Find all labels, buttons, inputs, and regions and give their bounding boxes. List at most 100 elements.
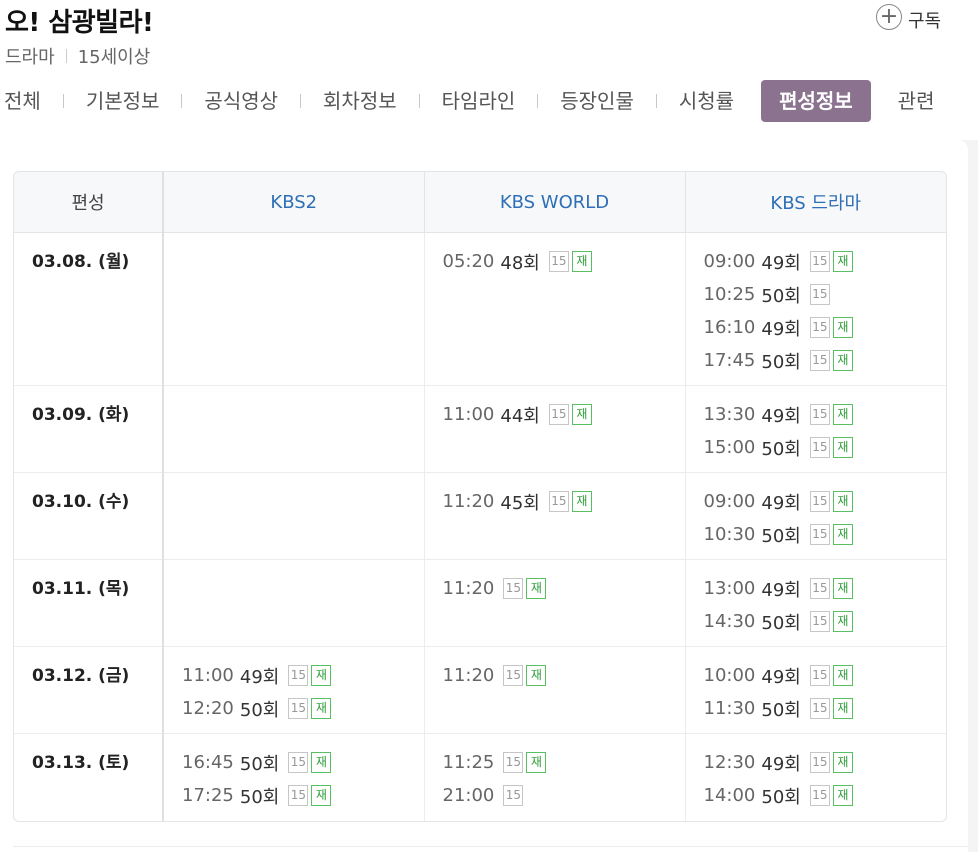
airing-slot: 05:20 48회 15 재 xyxy=(443,245,685,278)
schedule-row: 03.09. (화) 11:00 44회 15 재 13:30 49회 15 재 15:00 50회… xyxy=(14,385,947,473)
tab-divider xyxy=(300,94,302,108)
rerun-badge: 재 xyxy=(571,404,592,425)
schedule-panel: 편성 KBS2 KBS WORLD KBS 드라마 03.08. (월) 05:2… xyxy=(0,140,968,852)
rerun-badge: 재 xyxy=(832,491,853,512)
airing-slot: 10:30 50회 15 재 xyxy=(704,518,947,551)
schedule-cell: 11:00 49회 15 재 12:20 50회 15 재 xyxy=(162,646,424,734)
airing-slot: 11:20 45회 15 재 xyxy=(443,485,685,518)
air-time: 16:10 xyxy=(703,317,756,338)
header-channel-kbs-world: KBS WORLD xyxy=(423,172,685,233)
air-time: 11:00 xyxy=(182,665,234,686)
schedule-row: 03.13. (토) 16:45 50회 15 재 17:25 50회 15 재 11:25 15 재… xyxy=(14,733,946,821)
schedule-cell: 16:45 50회 15 재 17:25 50회 15 재 xyxy=(162,733,424,821)
tab-related[interactable]: 관련 xyxy=(894,80,939,122)
schedule-row: 03.12. (금) 11:00 49회 15 재 12:20 50회 15 재 11:20 15 재… xyxy=(14,646,947,734)
airing-slot: 11:00 44회 15 재 xyxy=(443,398,685,431)
airing-slot: 16:10 49회 15 재 xyxy=(704,311,947,344)
tab-schedule-info[interactable]: 편성정보 xyxy=(761,80,871,122)
episode-number: 48회 xyxy=(500,252,540,274)
episode-number: 50회 xyxy=(239,699,280,721)
air-time: 17:25 xyxy=(182,785,234,806)
episode-number: 44회 xyxy=(500,405,540,427)
episode-number: 49회 xyxy=(761,405,801,427)
episode-number: 50회 xyxy=(239,753,280,775)
episode-number: 50회 xyxy=(761,285,801,307)
rerun-badge: 재 xyxy=(832,404,853,425)
episode-number: 49회 xyxy=(761,492,801,514)
age-rating-badge: 15 xyxy=(548,404,569,425)
tab-divider xyxy=(655,94,657,108)
airing-slot: 21:00 15 xyxy=(443,779,685,812)
tab-divider xyxy=(62,94,64,108)
air-time: 11:30 xyxy=(703,698,756,719)
age-rating-badge: 15 xyxy=(503,578,524,599)
rerun-badge: 재 xyxy=(311,665,332,686)
subscribe-label: 구독 xyxy=(908,11,942,32)
rerun-badge: 재 xyxy=(832,785,853,806)
air-time: 12:20 xyxy=(182,698,234,719)
schedule-cell: 11:20 15 재 xyxy=(423,559,685,647)
airing-slot: 15:00 50회 15 재 xyxy=(704,431,947,464)
rerun-badge: 재 xyxy=(526,578,547,599)
airing-slot: 14:30 50회 15 재 xyxy=(704,605,947,638)
rerun-badge: 재 xyxy=(526,665,547,686)
schedule-table: 편성 KBS2 KBS WORLD KBS 드라마 03.08. (월) 05:2… xyxy=(13,171,947,822)
schedule-cell xyxy=(162,232,424,386)
airing-slot: 13:00 49회 15 재 xyxy=(704,572,947,605)
tab-1[interactable]: 기본정보 xyxy=(82,80,164,122)
episode-number: 45회 xyxy=(500,492,540,514)
age-rating-badge: 15 xyxy=(809,317,830,338)
rerun-badge: 재 xyxy=(571,251,592,272)
episode-number: 49회 xyxy=(761,579,801,601)
rerun-badge: 재 xyxy=(832,665,853,686)
airing-slot: 11:30 50회 15 재 xyxy=(704,692,947,725)
schedule-cell xyxy=(162,559,424,647)
rerun-badge: 재 xyxy=(832,752,853,773)
tab-5[interactable]: 등장인물 xyxy=(556,80,638,122)
schedule-date: 03.12. (금) xyxy=(14,646,164,734)
divider xyxy=(13,846,968,847)
schedule-cell: 11:20 45회 15 재 xyxy=(423,472,685,560)
episode-number: 50회 xyxy=(239,786,280,808)
air-time: 13:00 xyxy=(703,578,756,599)
air-time: 09:00 xyxy=(703,491,756,512)
schedule-date: 03.09. (화) xyxy=(14,385,164,473)
schedule-date: 03.11. (목) xyxy=(14,559,164,647)
rating-label: 15세이상 xyxy=(77,47,151,68)
schedule-cell: 05:20 48회 15 재 xyxy=(423,232,685,386)
episode-number: 50회 xyxy=(761,699,801,721)
air-time: 12:30 xyxy=(703,752,756,773)
plus-icon: + xyxy=(876,4,902,30)
airing-slot: 13:30 49회 15 재 xyxy=(704,398,947,431)
age-rating-badge: 15 xyxy=(288,752,309,773)
air-time: 17:45 xyxy=(703,350,756,371)
airing-slot: 11:20 15 재 xyxy=(443,572,685,605)
tab-3[interactable]: 회차정보 xyxy=(319,80,401,122)
air-time: 10:30 xyxy=(703,524,756,545)
schedule-cell: 11:00 44회 15 재 xyxy=(423,385,685,473)
program-header: 오! 삼광빌라! + 구독 드라마 15세이상 전체 기본정보 공식영상 회차정보 타임… xyxy=(0,0,978,140)
rerun-badge: 재 xyxy=(311,752,332,773)
age-rating-badge: 15 xyxy=(548,491,569,512)
tab-4[interactable]: 타임라인 xyxy=(438,80,520,122)
air-time: 15:00 xyxy=(703,437,756,458)
schedule-cell: 12:30 49회 15 재 14:00 50회 15 재 xyxy=(684,733,946,821)
age-rating-badge: 15 xyxy=(809,752,830,773)
tab-2[interactable]: 공식영상 xyxy=(200,80,282,122)
air-time: 05:20 xyxy=(442,251,495,272)
rerun-badge: 재 xyxy=(571,491,592,512)
age-rating-badge: 15 xyxy=(288,785,309,806)
age-rating-badge: 15 xyxy=(809,284,830,305)
tab-6[interactable]: 시청률 xyxy=(675,80,738,122)
air-time: 11:20 xyxy=(442,491,495,512)
age-rating-badge: 15 xyxy=(288,665,309,686)
rerun-badge: 재 xyxy=(832,317,853,338)
subscribe-button[interactable]: + 구독 xyxy=(876,2,941,32)
rerun-badge: 재 xyxy=(832,437,853,458)
tab-0[interactable]: 전체 xyxy=(0,80,45,122)
genre-label: 드라마 xyxy=(5,47,55,68)
rerun-badge: 재 xyxy=(832,698,853,719)
age-rating-badge: 15 xyxy=(503,752,524,773)
air-time: 11:20 xyxy=(442,665,495,686)
schedule-cell xyxy=(162,385,424,473)
